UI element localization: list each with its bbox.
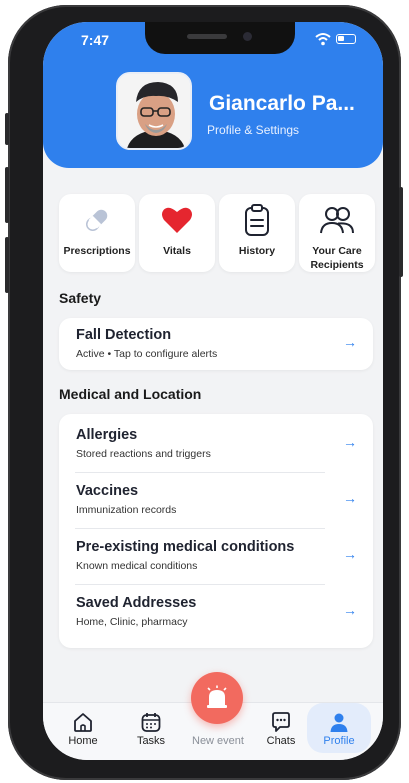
arrow-right-icon: →: [343, 334, 357, 350]
quick-action-history[interactable]: History: [219, 194, 295, 272]
new-event-button[interactable]: [191, 672, 243, 724]
quick-action-label: Vitals: [163, 245, 191, 257]
quick-action-care-recipients[interactable]: Your Care Recipients: [299, 194, 375, 272]
divider: [75, 472, 325, 473]
allergies-row[interactable]: Allergies Stored reactions and triggers …: [59, 418, 373, 474]
user-name: Giancarlo Pa...: [209, 92, 355, 115]
medical-card: Allergies Stored reactions and triggers …: [59, 414, 373, 648]
tab-label: Home: [68, 735, 98, 747]
row-title: Vaccines: [76, 483, 139, 499]
tab-home[interactable]: Home: [61, 703, 105, 753]
heart-icon: [162, 207, 192, 233]
tab-label: Chats: [266, 735, 296, 747]
row-subtitle: Known medical conditions: [76, 560, 198, 572]
power-button: [399, 187, 403, 277]
person-icon: [330, 713, 348, 732]
row-title: Allergies: [76, 427, 138, 443]
safety-card: Fall Detection Active • Tap to configure…: [59, 318, 373, 370]
tab-label: Tasks: [136, 735, 166, 747]
arrow-right-icon: →: [343, 546, 357, 562]
divider: [75, 584, 325, 585]
medical-section-title: Medical and Location: [59, 386, 202, 402]
volume-up-button: [5, 167, 9, 223]
vaccines-row[interactable]: Vaccines Immunization records →: [59, 474, 373, 530]
tab-label: Profile: [323, 735, 355, 747]
status-time: 7:47: [81, 32, 110, 48]
arrow-right-icon: →: [343, 490, 357, 506]
volume-down-button: [5, 237, 9, 293]
clipboard-icon: [245, 204, 269, 236]
tab-chats[interactable]: Chats: [259, 703, 303, 753]
pill-icon: [86, 209, 108, 231]
row-subtitle: Stored reactions and triggers: [76, 448, 211, 460]
medical-conditions-row[interactable]: Pre-existing medical conditions Known me…: [59, 530, 373, 586]
saved-addresses-row[interactable]: Saved Addresses Home, Clinic, pharmacy →: [59, 586, 373, 642]
people-icon: [320, 207, 354, 234]
status-bar: 7:47: [43, 30, 383, 50]
alarm-icon: [207, 685, 227, 708]
wifi-icon: [315, 33, 331, 46]
row-subtitle: Immunization records: [76, 504, 177, 516]
arrow-right-icon: →: [343, 602, 357, 618]
row-subtitle: Home, Clinic, pharmacy: [76, 616, 188, 628]
chat-icon: [272, 712, 290, 732]
profile-subtitle: Profile & Settings: [207, 123, 300, 137]
row-subtitle: Active • Tap to configure alerts: [76, 348, 218, 360]
side-button: [5, 113, 9, 145]
row-title: Pre-existing medical conditions: [76, 539, 295, 555]
fall-detection-row[interactable]: Fall Detection Active • Tap to configure…: [59, 318, 373, 374]
quick-action-label: Your Care Recipients: [310, 245, 364, 271]
calendar-icon: [141, 713, 161, 732]
avatar-photo: [118, 74, 190, 148]
quick-action-label: History: [238, 245, 276, 257]
arrow-right-icon: →: [343, 434, 357, 450]
quick-action-label: Prescriptions: [63, 245, 131, 257]
avatar[interactable]: [116, 72, 192, 150]
quick-action-prescriptions[interactable]: Prescriptions: [59, 194, 135, 272]
quick-action-vitals[interactable]: Vitals: [139, 194, 215, 272]
divider: [75, 528, 325, 529]
tab-tasks[interactable]: Tasks: [129, 703, 173, 753]
home-icon: [74, 713, 92, 732]
battery-icon: [336, 34, 356, 44]
safety-section-title: Safety: [59, 290, 102, 306]
app-screen: Giancarlo Pa... Profile & Settings 7:47 …: [43, 22, 383, 760]
row-title: Fall Detection: [76, 327, 172, 343]
new-event-label: New event: [192, 735, 244, 747]
tab-profile[interactable]: Profile: [307, 703, 371, 753]
row-title: Saved Addresses: [76, 595, 197, 611]
